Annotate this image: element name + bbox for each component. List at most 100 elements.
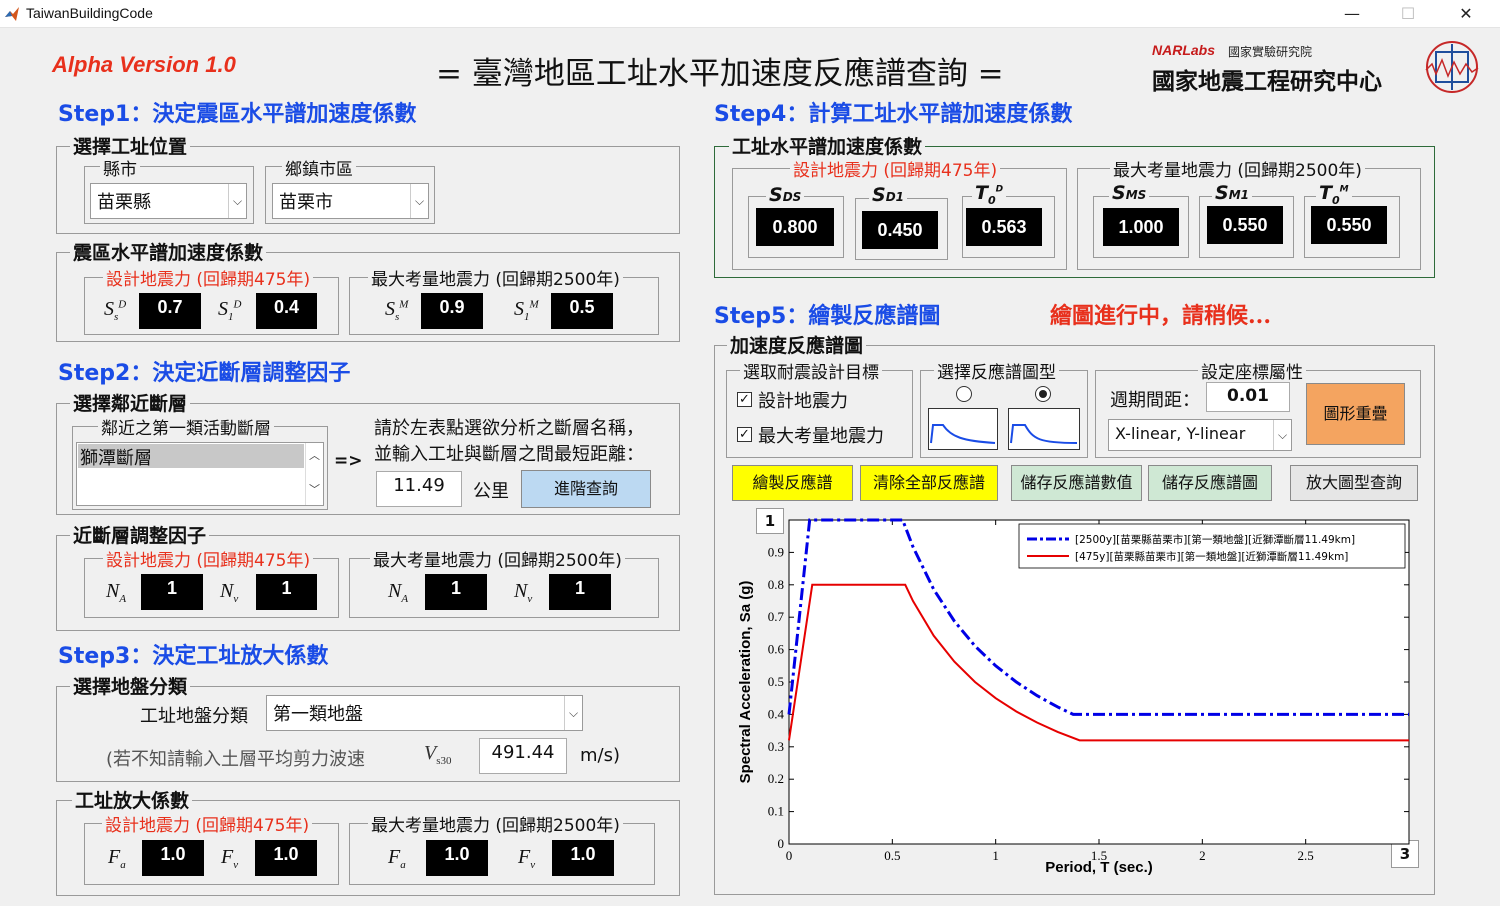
save-plot-button[interactable]: 儲存反應譜圖 — [1148, 465, 1272, 501]
county-select[interactable]: 苗栗縣 ⌵ — [90, 183, 247, 219]
axis-settings-label: 設定座標屬性 — [1198, 358, 1306, 383]
x-tick-label: 2 — [1199, 848, 1206, 863]
nf-max-label: 最大考量地震力 (回歸期2500年) — [370, 546, 625, 571]
ncree-logo-text: 國家地震工程研究中心 — [1152, 69, 1382, 95]
max-checkbox[interactable]: ✓ — [737, 427, 752, 442]
step3-label: Step3： — [58, 644, 153, 669]
minimize-button[interactable]: — — [1340, 4, 1364, 24]
fault-instruction-line2: 並輸入工址與斷層之間最短距離： — [374, 444, 644, 465]
site-max-label: 最大考量地震力 (回歸期2500年) — [1110, 156, 1365, 181]
y-tick-label: 0.2 — [768, 771, 784, 786]
site-sd1-value: 0.450 — [862, 211, 938, 249]
step3-title: 決定工址放大係數 — [152, 643, 329, 669]
fv-design-symbol: Fv — [221, 846, 239, 871]
y-tick-label: 0.7 — [768, 609, 785, 624]
sms-label: SMS — [1109, 182, 1150, 204]
site-sm1-value: 0.550 — [1207, 206, 1283, 244]
y-tick-label: 0.5 — [768, 674, 784, 689]
near-fault-group-title: 近斷層調整因子 — [70, 521, 210, 548]
fa-design-symbol: Fa — [108, 846, 126, 871]
fault-instruction-line1: 請於左表點選欲分析之斷層名稱， — [374, 418, 644, 439]
draw-spectrum-button[interactable]: 繪製反應譜 — [732, 465, 853, 501]
soil-class-select[interactable]: 第一類地盤 ⌵ — [266, 695, 583, 731]
sd1-symbol: S1D — [218, 298, 242, 323]
plot-area — [788, 519, 1410, 845]
step1-heading: Step1：決定震區水平譜加速度係數 — [58, 96, 416, 128]
period-step-input[interactable]: 0.01 — [1206, 382, 1290, 412]
advanced-query-button[interactable]: 進階查詢 — [521, 470, 651, 508]
sms-symbol: SsM — [385, 298, 409, 323]
fa-design-value: 1.0 — [142, 840, 204, 876]
y-tick-label: 0.6 — [768, 642, 785, 657]
amp-design-label: 設計地震力 (回歸期475年) — [102, 811, 313, 836]
overlay-plot-button[interactable]: 圖形重疊 — [1306, 383, 1405, 445]
vs30-hint: (若不知請輸入土層平均剪力波速 — [106, 749, 366, 770]
close-button[interactable]: ✕ — [1454, 4, 1478, 24]
y-axis-label: Spectral Acceleration, Sa (g) — [737, 581, 754, 784]
listbox-scrollbar[interactable]: ︿ ﹀ — [305, 443, 323, 505]
step2-label: Step2： — [58, 361, 153, 386]
na-max-value: 1 — [425, 574, 487, 610]
plot-type-radio-1[interactable] — [956, 386, 972, 402]
max-checkbox-label: 最大考量地震力 — [758, 426, 884, 447]
amp-max-label: 最大考量地震力 (回歸期2500年) — [368, 811, 623, 836]
x-tick-label: 1 — [992, 848, 999, 863]
chevron-down-icon: ⌵ — [1273, 420, 1291, 450]
matlab-app-icon — [4, 6, 20, 22]
fv-max-symbol: Fv — [518, 846, 536, 871]
legend-label-0: [2500y][苗栗縣苗栗市][第一類地盤][近獅潭斷層11.49km] — [1075, 533, 1355, 546]
distance-input[interactable]: 11.49 — [376, 471, 462, 507]
town-select[interactable]: 苗栗市 ⌵ — [272, 183, 429, 219]
y-tick-label: 0.4 — [768, 706, 785, 721]
soil-group-title: 選擇地盤分類 — [70, 672, 191, 699]
y-tick-label: 0.9 — [768, 544, 784, 559]
site-t0d-value: 0.563 — [966, 208, 1042, 246]
period-step-label: 週期間距： — [1110, 390, 1200, 411]
na-design-symbol: NA — [106, 580, 127, 605]
sds-symbol: SsD — [104, 298, 127, 323]
t0d-label: T0D — [972, 182, 1007, 207]
nv-max-value: 1 — [549, 574, 611, 610]
axis-scale-select[interactable]: X-linear, Y-linear ⌵ — [1108, 419, 1292, 451]
distance-unit: 公里 — [473, 481, 509, 502]
design-target-label: 選取耐震設計目標 — [740, 358, 882, 383]
chevron-down-icon: ⌵ — [410, 184, 428, 218]
arrow-indicator: => — [334, 451, 363, 471]
page-title: = 臺灣地區工址水平加速度反應譜查詢 = — [436, 56, 1004, 92]
list-item[interactable]: 獅潭斷層 — [78, 444, 304, 469]
clear-spectrum-button[interactable]: 清除全部反應譜 — [860, 465, 998, 501]
zone-design-label: 設計地震力 (回歸期475年) — [103, 265, 314, 290]
x-tick-label: 0 — [786, 848, 793, 863]
nf-design-label: 設計地震力 (回歸期475年) — [103, 546, 314, 571]
step5-label: Step5： — [714, 304, 809, 329]
version-label: Alpha Version 1.0 — [52, 52, 236, 77]
sm1-label: SM1 — [1212, 182, 1252, 204]
spectrum-group-title: 加速度反應譜圖 — [727, 331, 867, 358]
t0m-label: T0M — [1316, 182, 1352, 207]
chevron-down-icon[interactable]: ﹀ — [306, 481, 323, 497]
town-select-value: 苗栗市 — [279, 192, 333, 213]
design-checkbox[interactable]: ✓ — [737, 392, 752, 407]
maximize-button[interactable]: ☐ — [1396, 4, 1420, 24]
y-tick-label: 0.1 — [768, 804, 784, 819]
chevron-up-icon[interactable]: ︿ — [306, 447, 323, 463]
nv-design-symbol: Nv — [220, 580, 239, 605]
spectrum-shape-2-icon[interactable] — [1008, 408, 1080, 450]
chevron-down-icon: ⌵ — [564, 696, 582, 730]
soil-class-label: 工址地盤分類 — [140, 706, 248, 727]
na-max-symbol: NA — [388, 580, 409, 605]
vs30-input[interactable]: 491.44 — [479, 738, 567, 774]
site-amp-group-title: 工址放大係數 — [72, 786, 193, 813]
step2-title: 決定近斷層調整因子 — [152, 360, 351, 386]
fa-max-value: 1.0 — [426, 840, 488, 876]
save-values-button[interactable]: 儲存反應譜數值 — [1011, 465, 1142, 501]
legend: [2500y][苗栗縣苗栗市][第一類地盤][近獅潭斷層11.49km] [475… — [1018, 523, 1406, 569]
design-checkbox-label: 設計地震力 — [758, 391, 848, 412]
plot-type-label: 選擇反應譜圖型 — [934, 358, 1059, 383]
plot-type-radio-2[interactable] — [1035, 386, 1051, 402]
step4-title: 計算工址水平譜加速度係數 — [808, 101, 1073, 127]
fault-listbox[interactable]: 獅潭斷層 ︿ ﹀ — [76, 442, 324, 506]
step2-heading: Step2：決定近斷層調整因子 — [58, 355, 350, 387]
zoom-plot-button[interactable]: 放大圖型查詢 — [1290, 465, 1418, 501]
spectrum-shape-1-icon[interactable] — [928, 408, 998, 450]
